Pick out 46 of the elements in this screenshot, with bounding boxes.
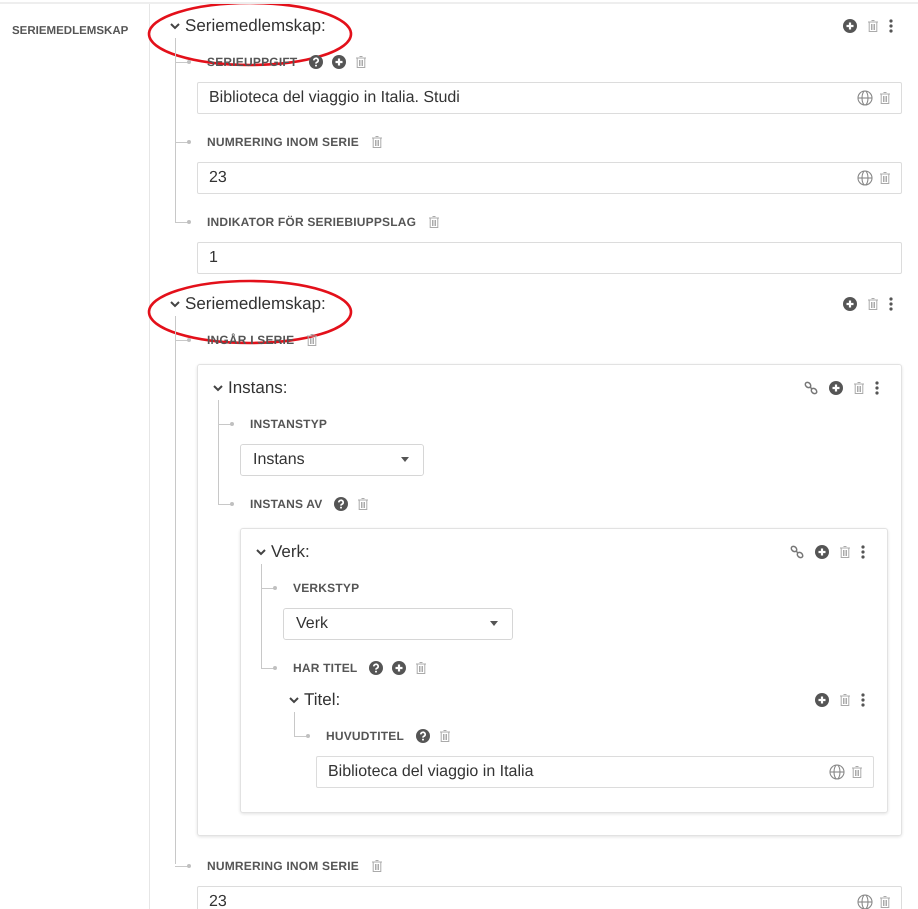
add-icon[interactable]: [843, 297, 857, 311]
text-field[interactable]: Biblioteca del viaggio in Italia. Studi: [197, 82, 902, 114]
entity-title: Verk:: [271, 542, 310, 562]
caret-icon: [401, 457, 409, 463]
entity-title: Seriemedlemskap:: [185, 16, 326, 36]
text-field[interactable]: 1: [197, 242, 902, 274]
more-menu-icon[interactable]: [889, 297, 893, 311]
field-label: INSTANS AV: [250, 497, 322, 511]
globe-icon[interactable]: [829, 764, 845, 780]
text-field[interactable]: 23: [197, 886, 902, 909]
field-label: INDIKATOR FÖR SERIEBIUPPSLAG: [207, 215, 416, 229]
field-label: VERKSTYP: [293, 581, 360, 595]
dropdown[interactable]: Verk: [283, 608, 513, 640]
field-label: INSTANSTYP: [250, 417, 328, 431]
dropdown[interactable]: Instans: [240, 444, 424, 476]
field-label: NUMRERING INOM SERIE: [207, 135, 360, 149]
text-field[interactable]: 23: [197, 162, 902, 194]
field-label: HUVUDTITEL: [326, 729, 404, 743]
add-icon[interactable]: [392, 661, 406, 675]
help-icon[interactable]: [369, 661, 384, 675]
more-menu-icon[interactable]: [889, 19, 893, 33]
entity-title: Seriemedlemskap:: [185, 294, 326, 314]
add-icon[interactable]: [815, 545, 829, 559]
globe-icon[interactable]: [857, 170, 873, 186]
text-field[interactable]: Biblioteca del viaggio in Italia: [316, 756, 874, 788]
globe-icon[interactable]: [857, 90, 873, 106]
delete-icon[interactable]: [306, 333, 318, 347]
entity-title: Instans:: [228, 378, 288, 398]
field-label: NUMRERING INOM SERIE: [207, 859, 360, 873]
link-icon[interactable]: [789, 544, 805, 560]
help-icon[interactable]: [334, 497, 348, 511]
section-label: SERIEMEDLEMSKAP: [12, 25, 128, 37]
entity-title: Titel:: [304, 690, 340, 710]
help-icon[interactable]: [416, 729, 430, 743]
globe-icon[interactable]: [857, 894, 873, 909]
caret-icon: [490, 621, 498, 627]
more-menu-icon[interactable]: [861, 693, 865, 707]
field-label: HAR TITEL: [293, 661, 358, 675]
more-menu-icon[interactable]: [861, 545, 865, 559]
add-icon[interactable]: [815, 693, 829, 707]
add-icon[interactable]: [829, 381, 843, 395]
add-icon[interactable]: [332, 55, 346, 69]
link-icon[interactable]: [803, 380, 819, 396]
add-icon[interactable]: [843, 19, 857, 33]
help-icon[interactable]: [309, 55, 324, 69]
more-menu-icon[interactable]: [875, 381, 879, 395]
